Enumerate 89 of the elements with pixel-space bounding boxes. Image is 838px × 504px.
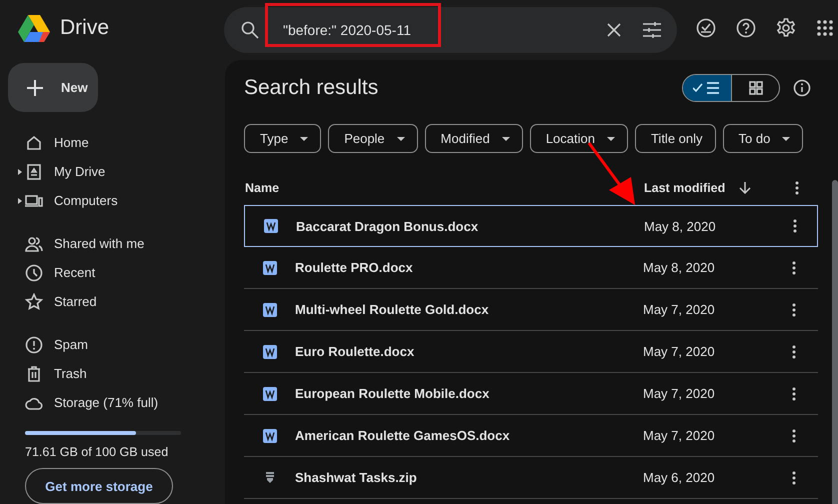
clock-icon <box>25 264 43 282</box>
search-icon[interactable] <box>241 21 259 39</box>
column-header[interactable]: Last modified <box>644 181 726 195</box>
checkmark-circle-icon[interactable] <box>696 18 716 38</box>
file-row[interactable]: Roulette PRO.docx May 8, 2020 <box>244 247 818 289</box>
storage-usage-text: 71.61 GB of 100 GB used <box>25 445 170 459</box>
modified-date: May 7, 2020 <box>643 386 716 401</box>
word-document-icon <box>262 428 276 442</box>
apps-grid-icon[interactable] <box>816 19 834 37</box>
modified-date: May 7, 2020 <box>643 302 716 317</box>
plus-icon <box>27 80 43 96</box>
dropdown-caret-icon <box>782 136 790 140</box>
more-options-icon[interactable] <box>792 386 796 400</box>
modified-date: May 8, 2020 <box>643 260 716 275</box>
file-row[interactable]: Shashwat Tasks.zip May 6, 2020 <box>244 457 818 499</box>
sidebar-item[interactable]: Recent <box>8 258 225 287</box>
word-document-icon <box>262 260 276 274</box>
sidebar-item[interactable]: Trash <box>8 359 225 388</box>
more-options-icon[interactable] <box>792 428 796 442</box>
sliders-icon[interactable] <box>643 22 661 38</box>
sidebar-item[interactable]: Starred <box>8 287 225 316</box>
sidebar-item[interactable]: My Drive <box>8 157 225 186</box>
dropdown-caret-icon <box>502 136 510 140</box>
file-name: Baccarat Dragon Bonus.docx <box>296 218 480 234</box>
drive-icon <box>25 162 43 180</box>
file-row[interactable]: Baccarat Dragon Bonus.docx May 8, 2020 <box>244 205 818 247</box>
more-options-icon[interactable] <box>792 260 796 274</box>
new-button[interactable]: New <box>8 63 98 112</box>
filter-chip[interactable]: Modified <box>424 124 523 153</box>
page-title: Search results <box>244 76 380 100</box>
more-options-icon[interactable] <box>795 181 800 195</box>
scrollbar[interactable] <box>832 180 838 504</box>
file-row[interactable]: Euro Roulette.docx May 7, 2020 <box>244 331 818 373</box>
sidebar-item[interactable]: Home <box>8 128 225 157</box>
word-document-icon <box>264 219 278 233</box>
more-options-icon[interactable] <box>793 219 797 233</box>
more-options-icon[interactable] <box>792 302 796 316</box>
more-options-icon[interactable] <box>792 470 796 484</box>
list-view-icon <box>693 82 721 94</box>
zip-file-icon <box>266 472 274 484</box>
sidebar-item[interactable]: Shared with me <box>8 229 225 258</box>
trash-icon <box>25 364 43 382</box>
app-name: Drive <box>60 16 110 40</box>
sidebar-item[interactable]: Spam <box>8 330 225 359</box>
file-name: Shashwat Tasks.zip <box>295 470 418 485</box>
info-icon[interactable] <box>793 79 811 97</box>
file-name: Roulette PRO.docx <box>295 260 414 275</box>
warning-icon <box>25 336 43 354</box>
word-document-icon <box>262 302 276 316</box>
file-row[interactable]: American Roulette GamesOS.docx May 7, 2020 <box>244 415 818 457</box>
modified-date: May 8, 2020 <box>644 218 717 234</box>
search-field[interactable]: "before:" 2020-05-11 <box>224 7 677 53</box>
dropdown-caret-icon <box>606 136 615 140</box>
filter-chip[interactable]: Title only <box>634 124 716 153</box>
settings-icon[interactable] <box>776 18 796 38</box>
modified-date: May 7, 2020 <box>643 344 716 359</box>
file-name: European Roulette Mobile.docx <box>295 386 490 401</box>
expand-caret-icon[interactable] <box>18 168 22 174</box>
list-view-button[interactable] <box>683 75 731 101</box>
column-header[interactable]: Name <box>244 181 645 195</box>
dropdown-caret-icon <box>300 136 308 140</box>
sort-down-arrow-icon[interactable] <box>739 182 752 194</box>
sidebar-item[interactable]: Computers <box>8 186 225 215</box>
file-row[interactable]: Multi-wheel Roulette Gold.docx May 7, 2020 <box>244 289 818 331</box>
expand-caret-icon[interactable] <box>18 198 22 204</box>
dropdown-caret-icon <box>396 136 405 140</box>
help-icon[interactable] <box>736 18 756 38</box>
word-document-icon <box>262 386 276 400</box>
drive-logo-icon[interactable] <box>17 14 51 42</box>
filter-chip[interactable]: Location <box>530 124 628 153</box>
close-icon[interactable] <box>607 23 621 37</box>
file-name: American Roulette GamesOS.docx <box>295 428 511 443</box>
view-toggle[interactable] <box>682 74 780 102</box>
filter-chip[interactable]: To do <box>722 124 804 153</box>
modified-date: May 7, 2020 <box>643 428 716 443</box>
star-icon <box>25 292 43 310</box>
modified-date: May 6, 2020 <box>643 470 716 485</box>
grid-view-icon <box>748 81 762 95</box>
get-more-storage-button[interactable]: Get more storage <box>25 468 173 504</box>
filter-chip[interactable]: Type <box>244 124 322 153</box>
people-icon <box>25 234 43 252</box>
word-document-icon <box>262 344 276 358</box>
file-name: Euro Roulette.docx <box>295 344 416 359</box>
file-name: Multi-wheel Roulette Gold.docx <box>295 302 490 317</box>
sidebar-item[interactable]: Storage (71% full) <box>8 388 225 417</box>
more-options-icon[interactable] <box>792 344 796 358</box>
home-icon <box>25 134 43 152</box>
filter-chip[interactable]: People <box>328 124 418 153</box>
file-row[interactable]: European Roulette Mobile.docx May 7, 2020 <box>244 373 818 415</box>
